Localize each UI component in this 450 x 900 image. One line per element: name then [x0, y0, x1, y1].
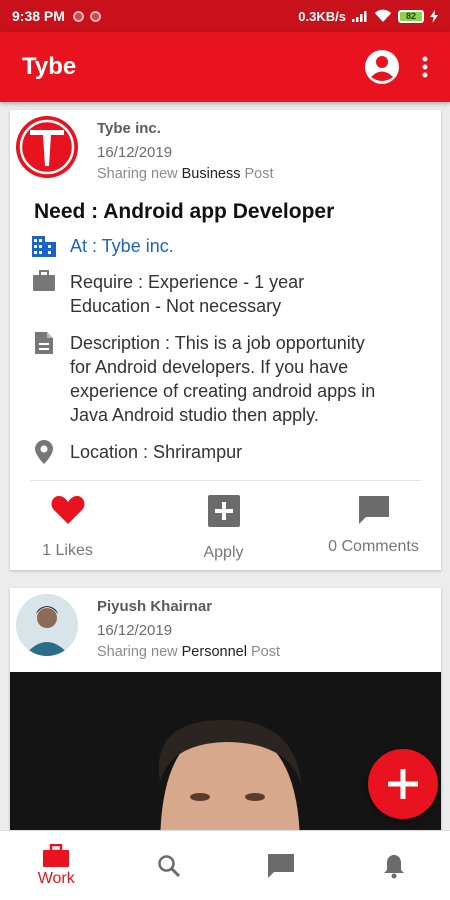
apply-label: Apply	[203, 544, 244, 561]
add-box-icon	[207, 495, 240, 527]
author-avatar[interactable]	[16, 594, 78, 656]
nav-work[interactable]: Work	[0, 831, 113, 900]
building-icon	[32, 236, 56, 257]
like-button[interactable]: 1 Likes	[30, 495, 105, 560]
share-suffix: Post	[250, 644, 280, 660]
require-text: Require : Experience - 1 year	[70, 272, 305, 292]
post-share-line: Sharing new Business Post	[97, 166, 274, 182]
comment-icon	[358, 496, 389, 524]
signal-icon	[352, 11, 367, 22]
charging-icon	[430, 9, 438, 23]
share-prefix: Sharing new	[97, 166, 178, 182]
briefcase-icon	[33, 270, 55, 291]
description-line: Description : This is a job opportunity	[70, 333, 365, 353]
location-row: Location : Shrirampur	[30, 440, 242, 464]
status-bar: 9:38 PM 0.3KB/s 82	[0, 0, 450, 32]
document-icon	[35, 332, 53, 354]
post-author[interactable]: Tybe inc.	[97, 120, 161, 137]
notification-dot-icon	[72, 10, 84, 22]
bell-icon	[383, 854, 404, 878]
job-post-card[interactable]: Tybe inc. 16/12/2019 Sharing new Busines…	[10, 110, 441, 570]
post-author[interactable]: Piyush Khairnar	[97, 598, 212, 615]
account-circle-icon[interactable]	[364, 49, 400, 85]
post-date: 16/12/2019	[97, 622, 173, 639]
description-row: Description : This is a job opportunity …	[30, 331, 375, 427]
tybe-logo-icon	[19, 119, 75, 175]
job-title: Need : Android app Developer	[34, 200, 335, 223]
briefcase-icon	[43, 843, 70, 867]
feed[interactable]: Tybe inc. 16/12/2019 Sharing new Busines…	[0, 102, 450, 830]
network-speed: 0.3KB/s	[298, 8, 346, 24]
heart-icon	[51, 496, 84, 524]
battery-icon: 82	[398, 9, 424, 23]
description-line: for Android developers. If you have	[70, 357, 349, 377]
post-type: Business	[181, 166, 241, 182]
nav-notifications[interactable]	[338, 831, 450, 900]
description-line: Java Android studio then apply.	[70, 405, 319, 425]
likes-count: 1 Likes	[42, 542, 93, 559]
comments-button[interactable]: 0 Comments	[316, 495, 431, 556]
description-line: experience of creating android apps in	[70, 381, 376, 401]
post-type: Personnel	[181, 644, 247, 660]
share-suffix: Post	[244, 166, 274, 182]
wifi-icon	[374, 9, 392, 22]
apply-button[interactable]: Apply	[186, 495, 261, 562]
more-vert-icon[interactable]	[422, 56, 428, 78]
require-row: Require : Experience - 1 year Education …	[30, 270, 304, 318]
chat-icon	[268, 853, 295, 878]
nav-search[interactable]	[113, 831, 226, 900]
company-link[interactable]: At : Tybe inc.	[70, 234, 174, 258]
bottom-navigation: Work	[0, 830, 450, 900]
post-share-line: Sharing new Personnel Post	[97, 644, 280, 660]
plus-icon	[388, 769, 418, 799]
post-date: 16/12/2019	[97, 144, 173, 161]
search-icon	[158, 854, 180, 877]
company-logo[interactable]	[16, 116, 78, 178]
comments-count: 0 Comments	[328, 538, 419, 555]
share-prefix: Sharing new	[97, 644, 178, 660]
person-photo-icon	[16, 594, 78, 656]
add-post-fab[interactable]	[368, 749, 438, 819]
notification-dot-icon	[89, 10, 101, 22]
card-divider	[30, 480, 421, 481]
status-time: 9:38 PM	[12, 8, 65, 24]
location-pin-icon	[35, 440, 53, 464]
app-bar: Tybe	[0, 32, 450, 102]
education-text: Education - Not necessary	[70, 296, 282, 316]
location-text: Location : Shrirampur	[70, 442, 243, 462]
nav-work-label: Work	[37, 869, 75, 887]
company-row: At : Tybe inc.	[30, 234, 174, 258]
app-title: Tybe	[22, 53, 77, 80]
nav-chat[interactable]	[225, 831, 338, 900]
